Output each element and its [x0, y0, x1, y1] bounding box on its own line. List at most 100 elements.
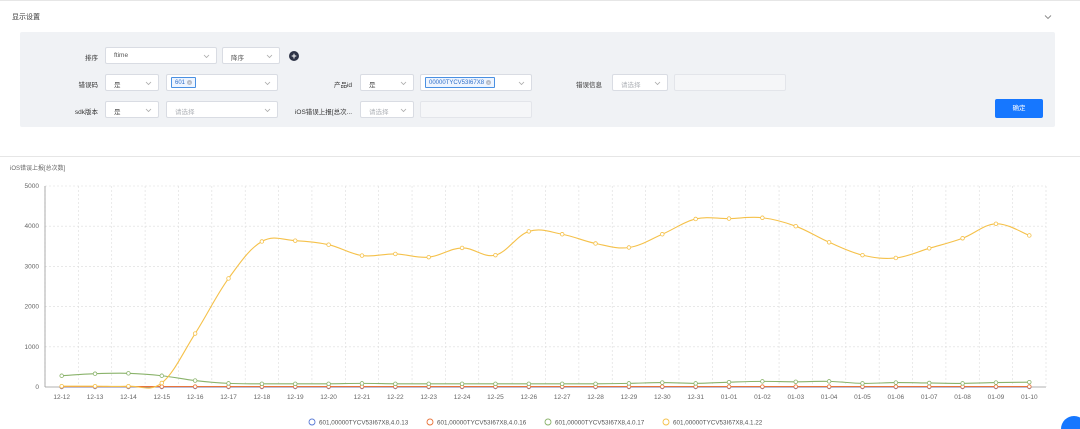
data-point	[893, 255, 899, 261]
legend-label[interactable]: 601,00000TYCV53I67X8,4.0.16	[437, 420, 527, 427]
data-point	[259, 239, 265, 244]
chevron-down-icon	[400, 81, 407, 86]
data-point	[559, 232, 565, 237]
add-sort-button[interactable]: +	[289, 51, 299, 61]
x-tick-label: 01-07	[921, 394, 938, 401]
chevron-down-icon[interactable]	[1043, 12, 1053, 22]
close-icon[interactable]: ×	[486, 80, 492, 85]
data-point	[92, 371, 98, 376]
error-info-operator-select[interactable]: 请选择	[612, 74, 668, 91]
sort-field-value: ftime	[114, 52, 129, 59]
chevron-down-icon	[145, 108, 152, 113]
data-point	[660, 384, 665, 389]
ios-error-label: iOS错误上报[总次...	[294, 109, 352, 116]
data-point	[259, 381, 265, 386]
legend-marker[interactable]	[544, 418, 552, 426]
sort-label: 排序	[85, 55, 98, 62]
data-point	[1027, 379, 1032, 385]
x-tick-label: 01-06	[888, 394, 905, 401]
legend-marker[interactable]	[662, 418, 670, 426]
data-point	[192, 384, 198, 389]
data-point	[826, 379, 832, 384]
ios-error-operator-select[interactable]: 请选择	[360, 101, 414, 118]
confirm-button[interactable]: 确定	[995, 99, 1043, 118]
data-point	[526, 229, 532, 234]
sort-field-select[interactable]: ftime	[105, 47, 217, 64]
chart-title: iOS错误上报[总次数]	[10, 166, 66, 172]
x-tick-label: 12-16	[187, 394, 204, 401]
data-point	[626, 381, 632, 386]
data-point	[59, 373, 64, 378]
data-point	[660, 232, 665, 237]
x-tick-label: 12-15	[153, 394, 170, 401]
product-id-operator-select[interactable]: 是	[360, 74, 414, 91]
close-icon[interactable]: ×	[187, 80, 193, 85]
error-code-operator-value: 是	[114, 82, 121, 89]
product-id-label: 产品id	[333, 82, 352, 89]
data-point	[293, 381, 298, 386]
data-point	[426, 254, 431, 260]
x-tick-label: 12-23	[420, 394, 437, 401]
legend-label[interactable]: 601,00000TYCV53I67X8,4.0.17	[555, 420, 645, 427]
x-tick-label: 01-02	[754, 394, 771, 401]
data-point	[960, 236, 965, 241]
data-point	[226, 381, 231, 386]
section-title: 显示设置	[12, 14, 40, 21]
ios-error-value-input[interactable]	[420, 101, 532, 118]
error-code-tag-label: 601	[175, 79, 186, 86]
data-point	[927, 384, 932, 389]
x-tick-label: 12-27	[554, 394, 571, 401]
product-id-tag-label: 00000TYCV53I67X8	[429, 79, 485, 86]
error-code-multiselect[interactable]: 601 ×	[166, 74, 278, 91]
legend-marker[interactable]	[308, 418, 316, 426]
product-id-tag[interactable]: 00000TYCV53I67X8 ×	[425, 77, 496, 88]
x-tick-label: 12-31	[687, 394, 704, 401]
x-tick-label: 12-21	[354, 394, 371, 401]
data-point	[59, 383, 64, 389]
x-tick-label: 12-13	[87, 394, 104, 401]
display-settings-header[interactable]: 显示设置	[0, 0, 1070, 36]
data-point	[793, 224, 798, 229]
sdk-version-select[interactable]: 请选择	[166, 101, 278, 118]
data-point	[459, 245, 465, 251]
data-point	[693, 381, 698, 386]
legend-label[interactable]: 601,00000TYCV53I67X8,4.0.13	[319, 420, 409, 427]
x-tick-label: 12-18	[254, 394, 271, 401]
data-point	[893, 380, 899, 385]
sdk-version-operator-value: 是	[114, 109, 121, 116]
product-id-multiselect[interactable]: 00000TYCV53I67X8 ×	[420, 74, 532, 91]
x-tick-label: 01-08	[954, 394, 971, 401]
data-point	[626, 245, 632, 250]
data-point	[326, 381, 331, 386]
legend-marker[interactable]	[426, 418, 434, 426]
sort-order-value: 降序	[231, 55, 244, 62]
data-point	[993, 221, 999, 226]
ios-error-placeholder: 请选择	[369, 109, 389, 116]
data-point	[92, 383, 98, 389]
y-tick-label: 0	[35, 384, 39, 391]
sdk-version-operator-select[interactable]: 是	[105, 101, 159, 118]
error-code-tag[interactable]: 601 ×	[171, 77, 197, 88]
sort-order-select[interactable]: 降序	[222, 47, 280, 64]
x-tick-label: 12-12	[53, 394, 70, 401]
data-point	[993, 384, 999, 389]
error-info-placeholder: 请选择	[621, 82, 641, 89]
data-point	[293, 238, 298, 243]
data-point	[159, 380, 164, 386]
data-point	[393, 381, 398, 386]
data-point	[426, 381, 431, 386]
x-tick-label: 12-19	[287, 394, 304, 401]
x-tick-label: 12-14	[120, 394, 137, 401]
data-point	[826, 384, 832, 389]
error-info-value-input[interactable]	[674, 74, 786, 91]
x-tick-label: 01-04	[821, 394, 838, 401]
data-point	[493, 381, 498, 386]
chevron-down-icon	[145, 81, 152, 86]
sdk-version-placeholder: 请选择	[175, 109, 195, 116]
error-code-operator-select[interactable]: 是	[105, 74, 159, 91]
legend-label[interactable]: 601,00000TYCV53I67X8,4.1.22	[673, 420, 763, 427]
data-point	[860, 252, 865, 258]
data-point	[559, 381, 565, 386]
y-tick-label: 1000	[25, 344, 40, 351]
data-point	[493, 252, 498, 258]
